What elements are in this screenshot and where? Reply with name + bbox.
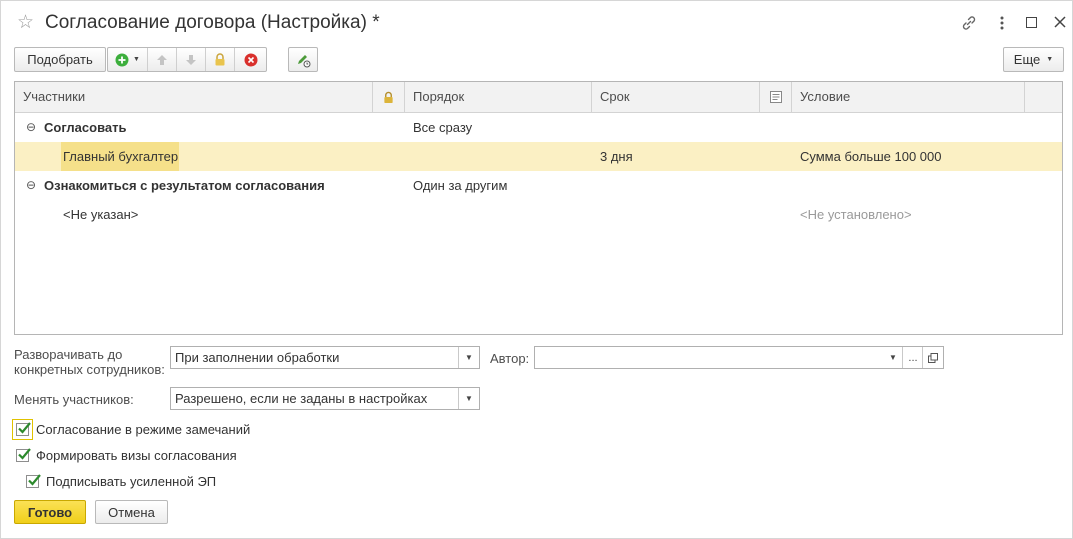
member-name: <Не указан> [63, 207, 139, 222]
column-header-condition[interactable]: Условие [792, 82, 1025, 112]
note-icon [769, 91, 782, 103]
checkmark-icon [18, 448, 31, 460]
expand-select[interactable]: При заполнении обработки ▼ [170, 346, 480, 369]
lock-button[interactable] [206, 48, 235, 71]
close-icon[interactable] [1053, 15, 1067, 29]
add-icon [115, 53, 129, 66]
table-row-member[interactable]: <Не указан> <Не установлено> [15, 200, 1062, 229]
column-header-order[interactable]: Порядок [405, 82, 592, 112]
link-icon[interactable] [960, 14, 978, 32]
expand-label-line1: Разворачивать до [14, 347, 123, 362]
chevron-down-icon[interactable]: ▼ [458, 388, 479, 409]
cancel-button-label: Отмена [108, 504, 155, 520]
move-up-button[interactable] [148, 48, 177, 71]
chevron-down-icon[interactable]: ▼ [458, 347, 479, 368]
table-row-group[interactable]: ⊖ Ознакомиться с результатом согласовани… [15, 171, 1062, 200]
form-visas-checkbox[interactable] [16, 448, 31, 462]
arrow-down-icon [186, 54, 196, 65]
member-term: 3 дня [600, 149, 633, 164]
group-order: Один за другим [413, 178, 508, 193]
pick-button[interactable]: Подобрать [14, 47, 106, 72]
column-header-term[interactable]: Срок [592, 82, 760, 112]
delete-button[interactable] [235, 48, 266, 71]
window-title: Согласование договора (Настройка) * [45, 12, 380, 33]
group-name: Согласовать [44, 120, 127, 135]
more-button[interactable]: Еще ▼ [1003, 47, 1064, 72]
edit-condition-button[interactable] [288, 47, 318, 72]
remarks-mode-checkbox[interactable] [16, 422, 31, 436]
author-label: Автор: [490, 351, 530, 366]
sign-qualified-checkbox[interactable] [26, 474, 41, 488]
maximize-icon[interactable] [1026, 17, 1037, 28]
member-name: Главный бухгалтер [63, 149, 179, 164]
more-vertical-icon[interactable] [999, 15, 1005, 31]
delete-icon [244, 53, 257, 66]
cancel-button[interactable]: Отмена [95, 500, 168, 524]
participants-table[interactable]: Участники Порядок Срок Условие ⊖ Согласо… [14, 81, 1063, 335]
pick-button-label: Подобрать [27, 52, 93, 67]
column-header-lock[interactable] [373, 82, 405, 112]
author-field[interactable]: ▼ ... [534, 346, 944, 369]
chevron-down-icon: ▼ [1046, 56, 1054, 63]
expand-label-line2: конкретных сотрудников: [14, 362, 165, 377]
expand-select-value: При заполнении обработки [175, 350, 340, 365]
collapse-icon[interactable]: ⊖ [26, 113, 36, 142]
change-participants-select[interactable]: Разрешено, если не заданы в настройках ▼ [170, 387, 480, 410]
arrow-up-icon [157, 54, 167, 65]
column-header-note[interactable] [760, 82, 792, 112]
pencil-clock-icon [298, 54, 311, 67]
more-button-label: Еще [1013, 52, 1041, 67]
select-ellipsis-button[interactable]: ... [902, 347, 923, 368]
open-icon[interactable] [922, 347, 943, 368]
member-condition: <Не установлено> [800, 207, 912, 222]
group-name: Ознакомиться с результатом согласования [44, 178, 325, 193]
form-visas-label[interactable]: Формировать визы согласования [36, 448, 237, 463]
checkmark-icon [28, 474, 41, 486]
ok-button-label: Готово [27, 504, 73, 520]
group-order: Все сразу [413, 120, 473, 135]
remarks-mode-label[interactable]: Согласование в режиме замечаний [36, 422, 250, 437]
change-participants-value: Разрешено, если не заданы в настройках [175, 391, 428, 406]
checkmark-icon [18, 422, 31, 434]
chevron-down-icon: ▼ [133, 56, 140, 63]
table-row-group[interactable]: ⊖ Согласовать Все сразу [15, 113, 1062, 142]
lock-icon [384, 91, 393, 103]
lock-icon [215, 53, 225, 66]
table-header: Участники Порядок Срок Условие [15, 82, 1062, 113]
dialog-window: ☆ Согласование договора (Настройка) * По… [0, 0, 1073, 539]
sign-qualified-label[interactable]: Подписывать усиленной ЭП [46, 474, 216, 489]
change-participants-label: Менять участников: [14, 392, 134, 407]
collapse-icon[interactable]: ⊖ [26, 171, 36, 200]
favorite-star-icon[interactable]: ☆ [17, 12, 34, 34]
chevron-down-icon[interactable]: ▼ [883, 347, 903, 368]
add-button[interactable]: ▼ [108, 48, 148, 71]
member-condition: Сумма больше 100 000 [800, 149, 942, 164]
row-actions-group: ▼ [107, 47, 267, 72]
table-row-member-selected[interactable]: Главный бухгалтер 3 дня Сумма больше 100… [15, 142, 1062, 171]
ellipsis-label: ... [908, 351, 918, 364]
move-down-button[interactable] [177, 48, 206, 71]
column-header-participants[interactable]: Участники [15, 82, 373, 112]
ok-button[interactable]: Готово [14, 500, 86, 524]
